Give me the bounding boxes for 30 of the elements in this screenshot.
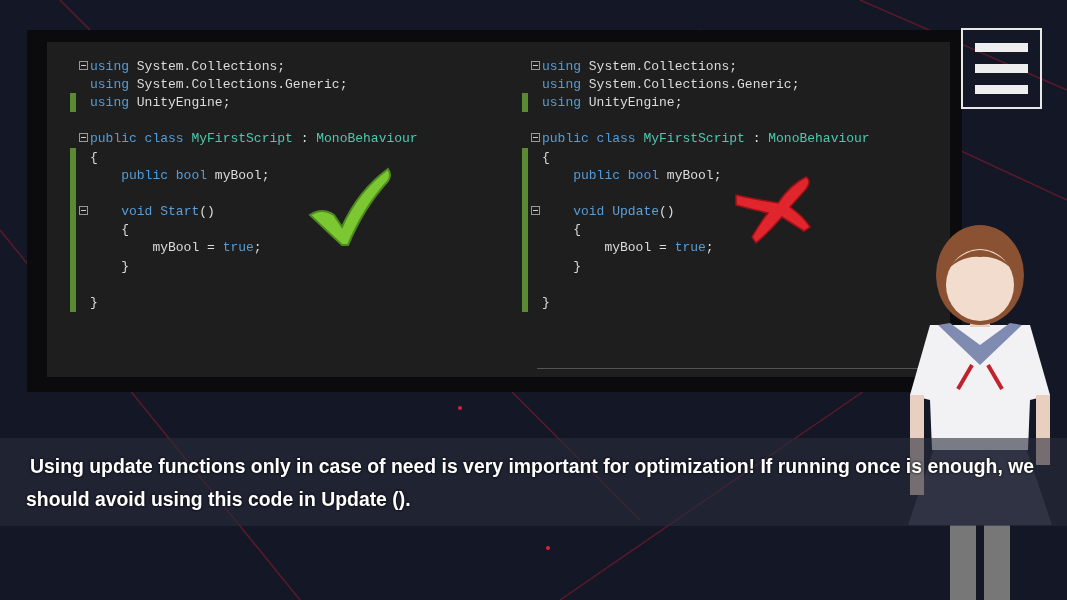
code-line: { — [89, 149, 99, 165]
code-line: public bool myBool; — [572, 167, 723, 183]
code-line: } — [572, 258, 582, 274]
code-line: myBool = true; — [603, 240, 715, 256]
code-line: void Update() — [572, 204, 676, 220]
code-line: { — [120, 222, 130, 238]
code-line: } — [89, 295, 99, 311]
fold-icon[interactable] — [79, 133, 88, 143]
fold-icon[interactable] — [531, 133, 540, 143]
code-line: using System.Collections; — [541, 58, 739, 74]
code-line: public bool myBool; — [120, 167, 271, 183]
code-line: void Start() — [120, 204, 216, 220]
menu-button[interactable] — [961, 28, 1042, 109]
menu-icon — [975, 43, 1028, 94]
code-line: { — [541, 149, 551, 165]
fold-icon[interactable] — [531, 206, 540, 216]
code-line: { — [572, 222, 582, 238]
code-line: using UnityEngine; — [89, 94, 232, 110]
fold-icon[interactable] — [79, 60, 88, 70]
code-line: myBool = true; — [151, 240, 263, 256]
code-line: using System.Collections.Generic; — [541, 76, 801, 92]
fold-icon[interactable] — [79, 206, 88, 216]
code-line: } — [120, 258, 130, 274]
code-line: public class MyFirstScript : MonoBehaviour — [89, 131, 419, 147]
code-line: using UnityEngine; — [541, 94, 684, 110]
code-line: using System.Collections.Generic; — [89, 76, 349, 92]
code-line: } — [541, 295, 551, 311]
fold-icon[interactable] — [531, 60, 540, 70]
code-line: using System.Collections; — [89, 58, 287, 74]
code-line: public class MyFirstScript : MonoBehaviour — [541, 131, 871, 147]
